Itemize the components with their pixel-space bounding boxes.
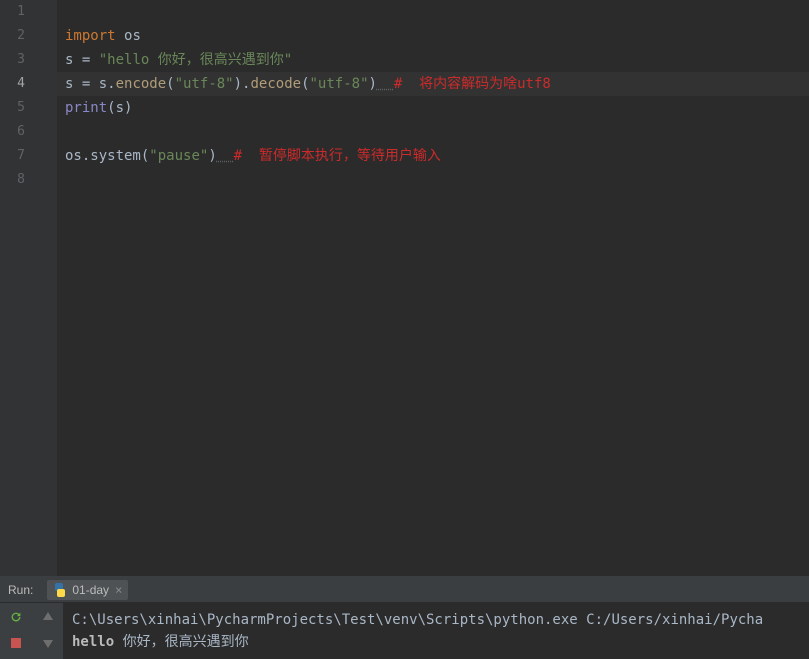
line-number[interactable]: 6 — [0, 120, 35, 144]
token: os — [124, 28, 141, 44]
token: "pause" — [149, 148, 208, 164]
token: encode — [116, 76, 167, 92]
code-row: 8 — [0, 168, 809, 192]
token — [116, 28, 124, 44]
gutter-separator — [35, 120, 57, 144]
stop-button[interactable] — [6, 633, 26, 653]
code-row: 1 — [0, 0, 809, 24]
code-line[interactable] — [57, 0, 809, 24]
token: "hello 你好，很高兴遇到你" — [99, 52, 292, 68]
code-row: 5 print(s) — [0, 96, 809, 120]
token: ). — [234, 76, 251, 92]
up-button[interactable] — [38, 607, 58, 627]
token: ( — [301, 76, 309, 92]
run-label: Run: — [8, 583, 33, 597]
line-number[interactable]: 4 — [0, 72, 35, 96]
token: s. — [90, 76, 115, 92]
line-number[interactable]: 3 — [0, 48, 35, 72]
line-number[interactable]: 8 — [0, 168, 35, 192]
gutter-separator — [35, 24, 57, 48]
gutter-separator — [35, 72, 57, 96]
line-number[interactable]: 5 — [0, 96, 35, 120]
editor-area: 12 import os 3 s = "hello 你好，很高兴遇到你" 4 s = s.… — [0, 0, 809, 576]
token: # 将内容解码为啥utf8 — [394, 76, 551, 92]
run-toolbar-nav — [32, 603, 64, 659]
line-number[interactable]: 2 — [0, 24, 35, 48]
stop-icon — [11, 638, 21, 648]
token: # 暂停脚本执行，等待用户输入 — [234, 148, 441, 164]
gutter-separator — [35, 0, 57, 24]
token: "utf-8" — [175, 76, 234, 92]
token — [217, 148, 234, 164]
code-row: 7 os.system("pause") # 暂停脚本执行，等待用户输入 — [0, 144, 809, 168]
output-token: C:\Users\xinhai\PycharmProjects\Test\ven… — [72, 612, 763, 628]
code-row: 2 import os — [0, 24, 809, 48]
output-line: hello 你好，很高兴遇到你 — [72, 631, 801, 653]
token: s — [65, 52, 82, 68]
python-icon — [53, 583, 67, 597]
gutter-separator — [35, 96, 57, 120]
token — [377, 76, 394, 92]
line-number[interactable]: 7 — [0, 144, 35, 168]
gutter-separator — [35, 168, 57, 192]
token: s — [116, 100, 124, 116]
gutter-separator — [35, 144, 57, 168]
token: ( — [166, 76, 174, 92]
run-panel: Run: 01-day × C:\Users\xinhai\PycharmPro… — [0, 576, 809, 659]
code-line[interactable]: print(s) — [57, 96, 809, 120]
token: import — [65, 28, 116, 44]
run-output[interactable]: C:\Users\xinhai\PycharmProjects\Test\ven… — [64, 603, 809, 659]
run-tab[interactable]: 01-day × — [47, 580, 128, 600]
run-toolbar-left — [0, 603, 32, 659]
output-line: C:\Users\xinhai\PycharmProjects\Test\ven… — [72, 609, 801, 631]
gutter-separator — [35, 48, 57, 72]
token: ) — [124, 100, 132, 116]
token: ( — [107, 100, 115, 116]
token: os.system( — [65, 148, 149, 164]
line-number[interactable]: 1 — [0, 0, 35, 24]
code-line[interactable] — [57, 168, 809, 192]
run-body: C:\Users\xinhai\PycharmProjects\Test\ven… — [0, 603, 809, 659]
code-row: 4 s = s.encode("utf-8").decode("utf-8") #… — [0, 72, 809, 96]
down-button[interactable] — [38, 633, 58, 653]
editor-scrollbar[interactable] — [797, 0, 809, 576]
run-tab-name: 01-day — [72, 583, 109, 597]
code-row: 3 s = "hello 你好，很高兴遇到你" — [0, 48, 809, 72]
token: ) — [208, 148, 216, 164]
code-line[interactable]: s = "hello 你好，很高兴遇到你" — [57, 48, 809, 72]
token: s — [65, 76, 82, 92]
output-token: hello — [72, 634, 114, 650]
run-header: Run: 01-day × — [0, 577, 809, 603]
token: decode — [250, 76, 301, 92]
close-icon[interactable]: × — [115, 583, 122, 597]
code-line[interactable]: import os — [57, 24, 809, 48]
token: print — [65, 100, 107, 116]
token: ) — [369, 76, 377, 92]
code-line[interactable] — [57, 120, 809, 144]
output-token: 你好，很高兴遇到你 — [114, 634, 248, 650]
code-line[interactable]: s = s.encode("utf-8").decode("utf-8") # … — [57, 72, 809, 96]
token: "utf-8" — [310, 76, 369, 92]
code-line[interactable]: os.system("pause") # 暂停脚本执行，等待用户输入 — [57, 144, 809, 168]
code-row: 6 — [0, 120, 809, 144]
token — [90, 52, 98, 68]
rerun-button[interactable] — [6, 607, 26, 627]
